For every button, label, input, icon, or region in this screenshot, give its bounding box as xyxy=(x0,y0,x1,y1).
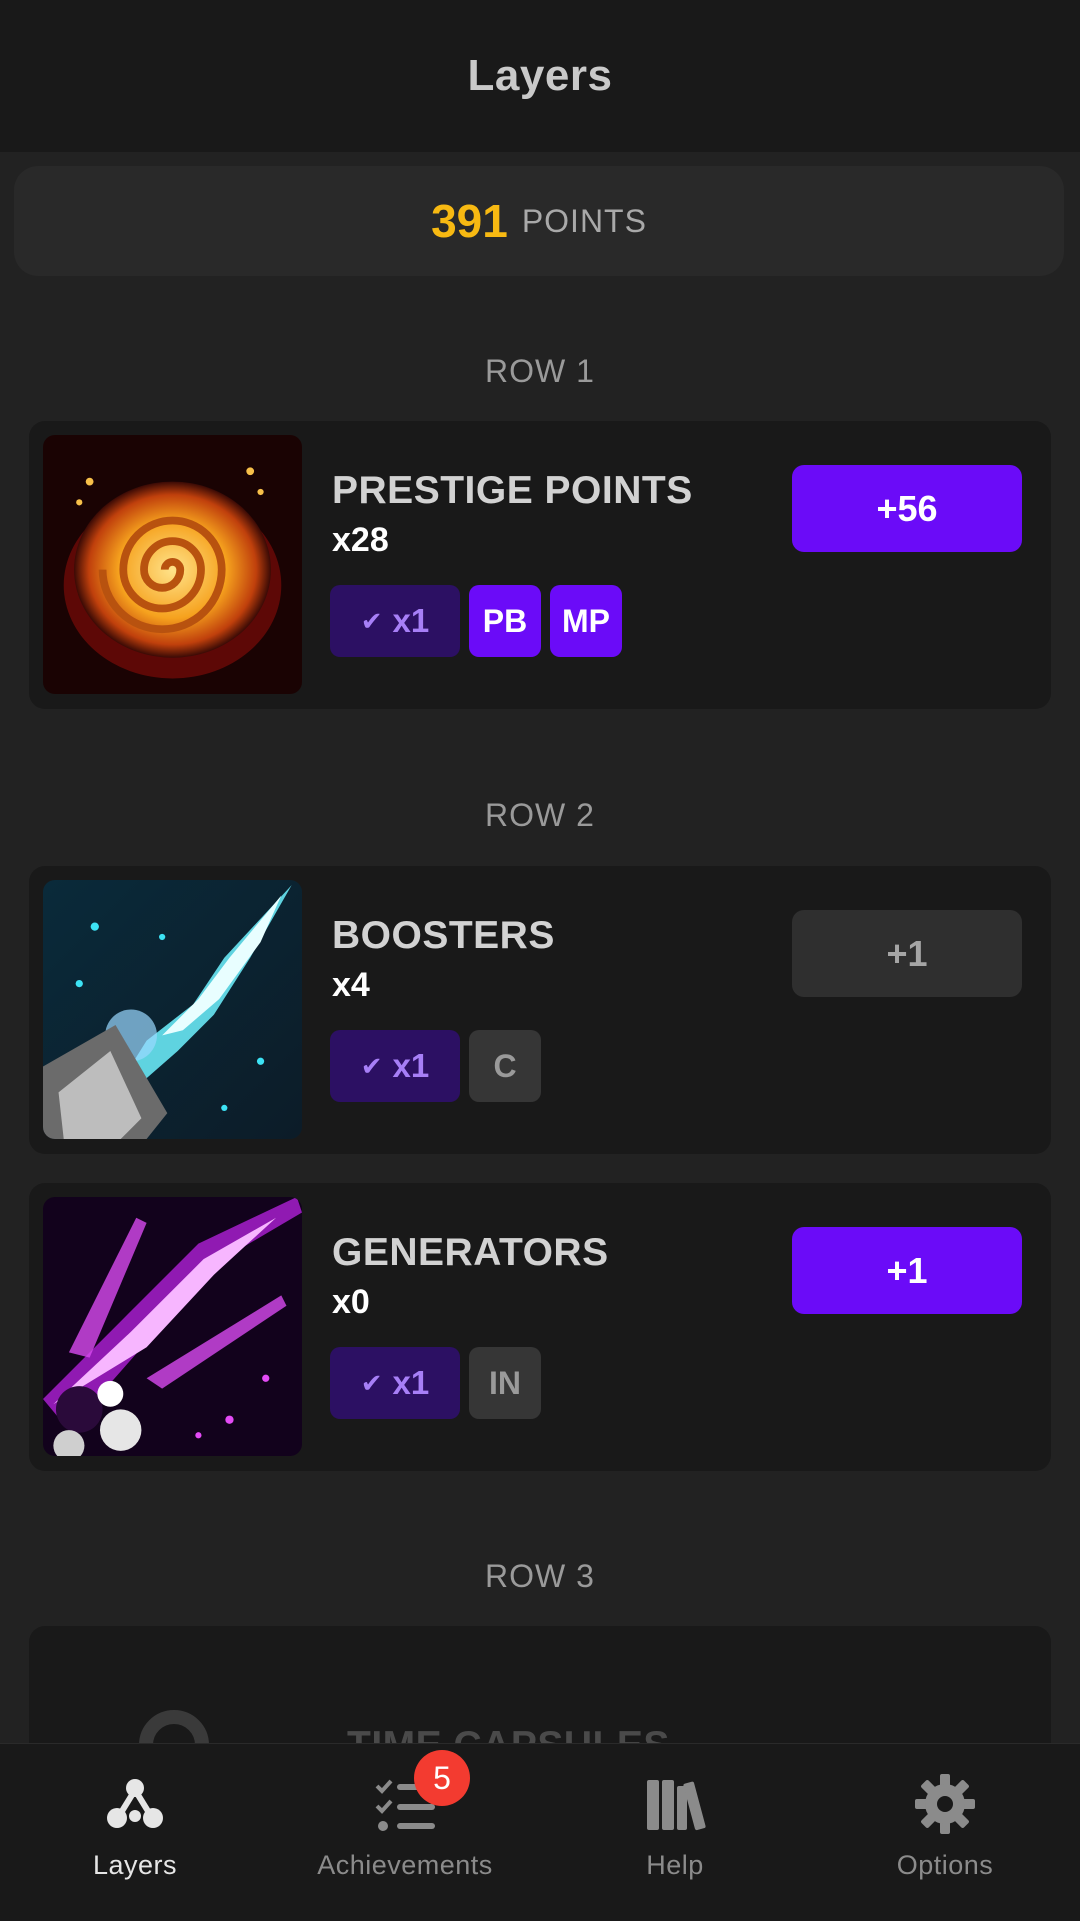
chip-in[interactable]: IN xyxy=(469,1347,541,1419)
tab-options[interactable]: Options xyxy=(810,1744,1080,1921)
tab-label: Layers xyxy=(92,1850,178,1880)
chip-pb[interactable]: PB xyxy=(469,585,541,657)
tab-label: Achievements xyxy=(317,1850,493,1880)
multiplier-label: x1 xyxy=(392,602,430,639)
multiplier-toggle[interactable]: ✔ x1 xyxy=(330,1030,460,1102)
tab-layers[interactable]: Layers xyxy=(0,1744,270,1921)
multiplier-toggle[interactable]: ✔ x1 xyxy=(330,1347,460,1419)
row-heading-2: ROW 2 xyxy=(485,797,595,833)
tab-bar: Layers Achievements Help Options xyxy=(0,1743,1080,1921)
tab-help[interactable]: Help xyxy=(540,1744,810,1921)
prestige-button[interactable]: +56 xyxy=(792,465,1022,552)
points-label: POINTS xyxy=(521,202,647,239)
top-bar: Layers xyxy=(0,0,1080,152)
layer-name: BOOSTERS xyxy=(332,914,555,957)
cyan-lightning-icon xyxy=(43,880,302,1139)
row-heading-1: ROW 1 xyxy=(485,353,595,389)
layer-card-boosters[interactable]: BOOSTERS x4 ✔ x1 C +1 xyxy=(29,866,1051,1154)
glowing-spiral-icon xyxy=(43,435,302,694)
layer-chips: ✔ x1 C xyxy=(330,1030,541,1102)
check-icon: ✔ xyxy=(360,1050,383,1081)
multiplier-toggle[interactable]: ✔ x1 xyxy=(330,585,460,657)
layer-name: PRESTIGE POINTS xyxy=(332,469,693,512)
achievements-badge: 5 xyxy=(414,1750,470,1806)
booster-button[interactable]: +1 xyxy=(792,910,1022,997)
layer-count: x4 xyxy=(332,966,370,1004)
layer-card-prestige-points[interactable]: PRESTIGE POINTS x28 ✔ x1 PB MP +56 xyxy=(29,421,1051,709)
multiplier-label: x1 xyxy=(392,1047,430,1084)
points-value: 391 xyxy=(431,195,508,247)
books-icon xyxy=(643,1772,707,1836)
layers-icon xyxy=(103,1772,167,1836)
generator-button[interactable]: +1 xyxy=(792,1227,1022,1314)
layer-count: x28 xyxy=(332,521,389,559)
layer-name: GENERATORS xyxy=(332,1231,609,1274)
layer-card-generators[interactable]: GENERATORS x0 ✔ x1 IN +1 xyxy=(29,1183,1051,1471)
chip-mp[interactable]: MP xyxy=(550,585,622,657)
chip-c[interactable]: C xyxy=(469,1030,541,1102)
gear-icon xyxy=(913,1772,977,1836)
layer-chips: ✔ x1 IN xyxy=(330,1347,541,1419)
tab-label: Options xyxy=(896,1850,994,1880)
tab-label: Help xyxy=(646,1850,704,1880)
page-title: Layers xyxy=(467,51,613,100)
tab-achievements[interactable]: Achievements xyxy=(270,1744,540,1921)
magenta-lightning-icon xyxy=(43,1197,302,1456)
row-heading-3: ROW 3 xyxy=(485,1558,595,1594)
points-display: 391 POINTS xyxy=(14,166,1064,276)
layer-chips: ✔ x1 PB MP xyxy=(330,585,622,657)
check-icon: ✔ xyxy=(360,605,383,636)
check-icon: ✔ xyxy=(360,1367,383,1398)
multiplier-label: x1 xyxy=(392,1364,430,1401)
layer-count: x0 xyxy=(332,1283,370,1321)
